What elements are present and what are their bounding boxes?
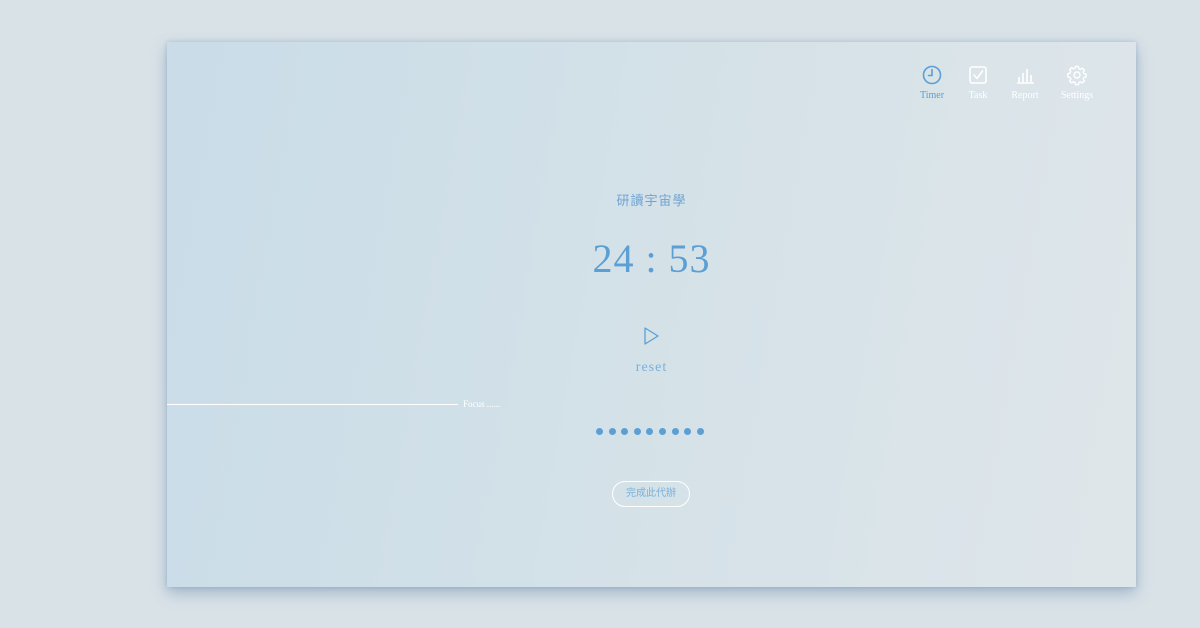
pomodoro-dot	[596, 428, 603, 435]
pomodoro-dot	[659, 428, 666, 435]
play-icon	[641, 327, 661, 350]
nav-item-timer[interactable]: Timer	[907, 64, 957, 101]
play-button[interactable]	[641, 326, 661, 346]
countdown-display: 24 : 53	[592, 236, 711, 281]
focus-label: Focus ......	[463, 399, 501, 409]
reset-button[interactable]: reset	[636, 360, 667, 375]
clock-icon	[921, 64, 943, 86]
pomodoro-dot	[671, 428, 679, 435]
current-task-title: 研讀宇宙學	[616, 194, 687, 209]
reset-row: reset	[167, 360, 1136, 376]
nav-item-task[interactable]: Task	[953, 64, 1003, 101]
pomodoro-dot	[696, 428, 704, 435]
pomodoro-dot	[646, 428, 654, 435]
pomodoro-dot	[633, 428, 641, 435]
focus-divider-line	[167, 404, 458, 405]
bar-chart-icon	[1014, 64, 1036, 86]
nav-item-report[interactable]: Report	[1000, 64, 1050, 101]
app-window: Timer Task Report Settings 研讀宇宙學 24: 53…	[167, 42, 1136, 587]
checkbox-icon	[967, 64, 989, 86]
gear-icon	[1066, 64, 1088, 86]
finish-task-button[interactable]: 完成此代辦	[612, 481, 690, 507]
nav-label-settings: Settings	[1060, 90, 1094, 101]
nav-label-task: Task	[968, 90, 988, 101]
nav-label-timer: Timer	[919, 90, 945, 101]
pomodoro-dot	[684, 428, 692, 435]
pomodoro-dot	[621, 428, 629, 435]
pomodoro-dot	[608, 428, 616, 435]
nav-item-settings[interactable]: Settings	[1052, 64, 1102, 101]
nav-label-report: Report	[1011, 90, 1039, 101]
